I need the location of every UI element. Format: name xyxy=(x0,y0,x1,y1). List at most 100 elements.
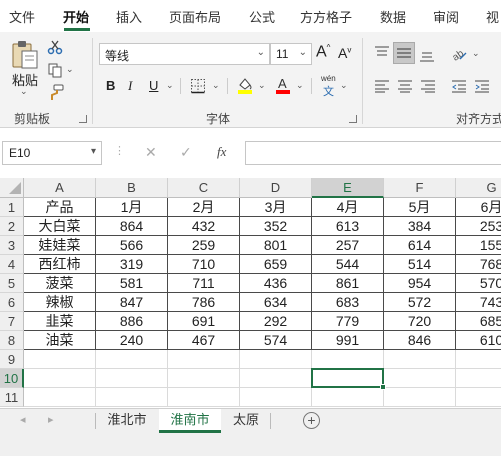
tab-view[interactable]: 视 xyxy=(486,7,499,26)
cell-g1[interactable]: 6月 xyxy=(456,198,501,217)
fill-handle[interactable] xyxy=(380,384,386,390)
tab-fangfang[interactable]: 方方格子 xyxy=(300,7,352,26)
cell-g6[interactable]: 743 xyxy=(456,293,501,312)
scroll-sheets-left-icon[interactable]: ◂ xyxy=(20,413,26,426)
align-bottom-icon[interactable] xyxy=(419,48,435,62)
row-header-8[interactable]: 8 xyxy=(0,331,24,350)
cancel-entry-icon[interactable]: ✕ xyxy=(145,144,157,161)
insert-function-icon[interactable]: fx xyxy=(217,144,226,160)
column-header-c[interactable]: C xyxy=(168,178,240,198)
cell-e2[interactable]: 613 xyxy=(312,217,384,236)
cell-a9[interactable] xyxy=(24,350,96,369)
row-header-7[interactable]: 7 xyxy=(0,312,24,331)
cell-g4[interactable]: 768 xyxy=(456,255,501,274)
cell-f4[interactable]: 514 xyxy=(384,255,456,274)
cell-d8[interactable]: 574 xyxy=(240,331,312,350)
cell-c8[interactable]: 467 xyxy=(168,331,240,350)
cell-e9[interactable] xyxy=(312,350,384,369)
column-header-g[interactable]: G xyxy=(456,178,501,198)
cell-e1[interactable]: 4月 xyxy=(312,198,384,217)
cell-e3[interactable]: 257 xyxy=(312,236,384,255)
cell-d1[interactable]: 3月 xyxy=(240,198,312,217)
bold-button[interactable]: B xyxy=(106,78,115,93)
copy-icon[interactable] xyxy=(47,62,63,78)
row-header-5[interactable]: 5 xyxy=(0,274,24,293)
cell-a1[interactable]: 产品 xyxy=(24,198,96,217)
cell-a5[interactable]: 菠菜 xyxy=(24,274,96,293)
column-header-b[interactable]: B xyxy=(96,178,168,198)
align-middle-button[interactable] xyxy=(393,42,415,64)
cell-b11[interactable] xyxy=(96,388,168,407)
cell-g8[interactable]: 610 xyxy=(456,331,501,350)
formula-input[interactable] xyxy=(245,141,501,165)
cell-e11[interactable] xyxy=(312,388,384,407)
cell-b2[interactable]: 864 xyxy=(96,217,168,236)
cell-a3[interactable]: 娃娃菜 xyxy=(24,236,96,255)
fill-color-dropdown-icon[interactable]: ⌄ xyxy=(258,80,266,91)
font-size-select[interactable]: 11 ⌄ xyxy=(270,43,312,65)
cell-c9[interactable] xyxy=(168,350,240,369)
cell-a2[interactable]: 大白菜 xyxy=(24,217,96,236)
cell-f2[interactable]: 384 xyxy=(384,217,456,236)
shrink-font-button[interactable]: Av xyxy=(338,45,351,61)
decrease-indent-icon[interactable] xyxy=(451,79,467,93)
cell-f5[interactable]: 954 xyxy=(384,274,456,293)
paste-dropdown-icon[interactable]: ⌄ xyxy=(20,86,28,97)
cell-e6[interactable]: 683 xyxy=(312,293,384,312)
sheet-tab-huainan[interactable]: 淮南市 xyxy=(159,409,221,433)
cell-d5[interactable]: 436 xyxy=(240,274,312,293)
cell-a10[interactable] xyxy=(24,369,96,388)
cell-a8[interactable]: 油菜 xyxy=(24,331,96,350)
column-header-e[interactable]: E xyxy=(312,178,384,198)
select-all-corner[interactable] xyxy=(0,178,24,198)
add-sheet-button[interactable]: + xyxy=(303,412,320,429)
cell-b10[interactable] xyxy=(96,369,168,388)
borders-icon[interactable] xyxy=(190,78,206,94)
tab-file[interactable]: 文件 xyxy=(9,7,35,26)
cell-f1[interactable]: 5月 xyxy=(384,198,456,217)
cell-f3[interactable]: 614 xyxy=(384,236,456,255)
more-options-icon[interactable]: ⋮ xyxy=(114,144,125,157)
cell-f11[interactable] xyxy=(384,388,456,407)
cell-c1[interactable]: 2月 xyxy=(168,198,240,217)
cell-g5[interactable]: 570 xyxy=(456,274,501,293)
cell-b5[interactable]: 581 xyxy=(96,274,168,293)
cell-c2[interactable]: 432 xyxy=(168,217,240,236)
cell-d6[interactable]: 634 xyxy=(240,293,312,312)
row-header-10[interactable]: 10 xyxy=(0,369,24,388)
cell-e4[interactable]: 544 xyxy=(312,255,384,274)
cell-f7[interactable]: 720 xyxy=(384,312,456,331)
cell-d9[interactable] xyxy=(240,350,312,369)
cell-b9[interactable] xyxy=(96,350,168,369)
underline-dropdown-icon[interactable]: ⌄ xyxy=(166,80,174,91)
phonetic-guide-icon[interactable]: wén xyxy=(321,74,336,83)
font-color-icon[interactable]: A xyxy=(274,76,292,94)
cell-e5[interactable]: 861 xyxy=(312,274,384,293)
grow-font-button[interactable]: A^ xyxy=(316,43,330,61)
cell-f10[interactable] xyxy=(384,369,456,388)
cell-a7[interactable]: 韭菜 xyxy=(24,312,96,331)
cell-d4[interactable]: 659 xyxy=(240,255,312,274)
cell-g2[interactable]: 253 xyxy=(456,217,501,236)
align-left-icon[interactable] xyxy=(374,79,390,93)
cell-b8[interactable]: 240 xyxy=(96,331,168,350)
format-painter-icon[interactable] xyxy=(47,84,65,102)
paste-icon[interactable] xyxy=(10,40,40,70)
cell-b4[interactable]: 319 xyxy=(96,255,168,274)
tab-home[interactable]: 开始 xyxy=(63,7,89,26)
tab-data[interactable]: 数据 xyxy=(380,7,406,26)
cell-e8[interactable]: 991 xyxy=(312,331,384,350)
tab-page-layout[interactable]: 页面布局 xyxy=(169,7,221,26)
cell-b7[interactable]: 886 xyxy=(96,312,168,331)
cell-f9[interactable] xyxy=(384,350,456,369)
tab-formulas[interactable]: 公式 xyxy=(249,7,275,26)
cell-f6[interactable]: 572 xyxy=(384,293,456,312)
chevron-down-icon[interactable]: ▾ xyxy=(91,146,96,157)
cell-c6[interactable]: 786 xyxy=(168,293,240,312)
cell-c7[interactable]: 691 xyxy=(168,312,240,331)
row-header-2[interactable]: 2 xyxy=(0,217,24,236)
cell-e10[interactable] xyxy=(312,369,384,388)
sheet-tab-taiyuan[interactable]: 太原 xyxy=(222,409,270,433)
column-header-f[interactable]: F xyxy=(384,178,456,198)
cell-f8[interactable]: 846 xyxy=(384,331,456,350)
